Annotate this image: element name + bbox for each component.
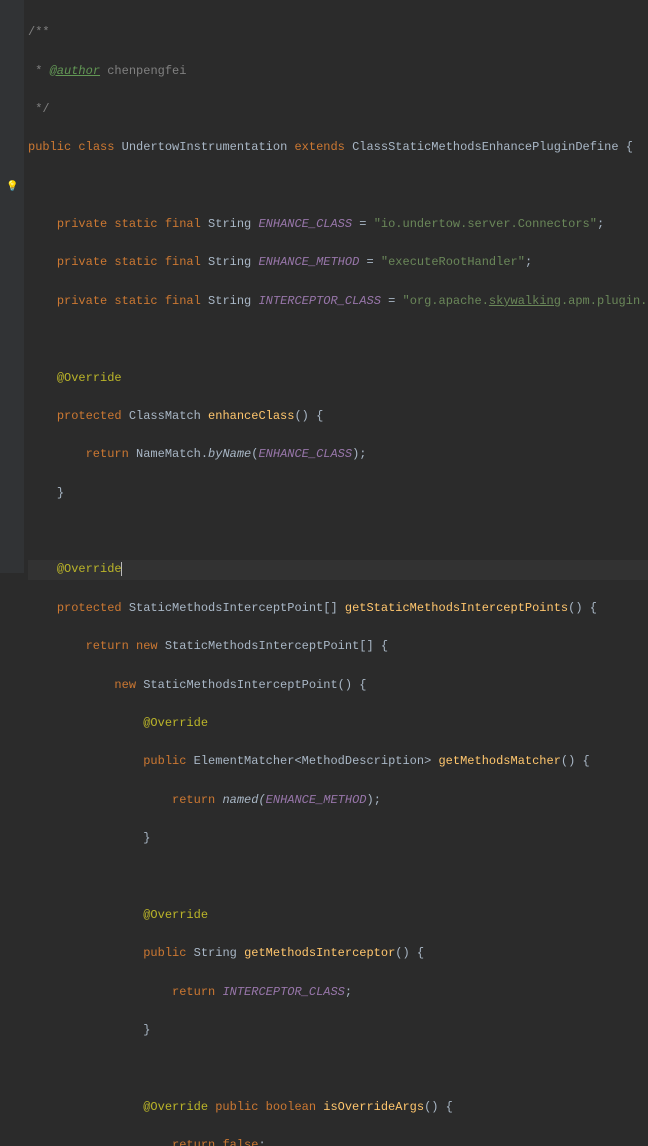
blank-line — [28, 330, 648, 349]
method-declaration: public ElementMatcher<MethodDescription>… — [28, 752, 648, 771]
method-declaration: @Override public boolean isOverrideArgs(… — [28, 1098, 648, 1117]
return-statement: return named(ENHANCE_METHOD); — [28, 791, 648, 810]
annotation-line: @Override — [28, 369, 648, 388]
blank-line — [28, 177, 648, 196]
text-caret — [121, 562, 122, 576]
code-line: /** — [28, 23, 648, 42]
anon-class-open: new StaticMethodsInterceptPoint() { — [28, 676, 648, 695]
field-declaration: private static final String ENHANCE_METH… — [28, 253, 648, 272]
line-gutter — [0, 0, 24, 573]
blank-line — [28, 867, 648, 886]
method-declaration: public String getMethodsInterceptor() { — [28, 944, 648, 963]
return-statement: return NameMatch.byName(ENHANCE_CLASS); — [28, 445, 648, 464]
field-declaration: private static final String ENHANCE_CLAS… — [28, 215, 648, 234]
method-declaration: protected ClassMatch enhanceClass() { — [28, 407, 648, 426]
return-statement: return false; — [28, 1136, 648, 1146]
author-tag: @author — [50, 64, 100, 78]
return-statement: return INTERCEPTOR_CLASS; — [28, 983, 648, 1002]
code-line: */ — [28, 100, 648, 119]
blank-line — [28, 522, 648, 541]
close-brace: } — [28, 1021, 648, 1040]
code-editor[interactable]: /** * @author chenpengfei */ public clas… — [0, 0, 648, 1146]
intention-bulb-icon[interactable]: 💡 — [6, 180, 18, 192]
code-line: * @author chenpengfei — [28, 62, 648, 81]
annotation-line: @Override — [28, 714, 648, 733]
javadoc-open: /** — [28, 25, 50, 39]
close-brace: } — [28, 484, 648, 503]
class-declaration: public class UndertowInstrumentation ext… — [28, 138, 648, 157]
method-declaration: protected StaticMethodsInterceptPoint[] … — [28, 599, 648, 618]
annotation-line-current: @Override — [28, 560, 648, 579]
close-brace: } — [28, 829, 648, 848]
field-declaration: private static final String INTERCEPTOR_… — [28, 292, 648, 311]
blank-line — [28, 1059, 648, 1078]
annotation-line: @Override — [28, 906, 648, 925]
return-statement: return new StaticMethodsInterceptPoint[]… — [28, 637, 648, 656]
